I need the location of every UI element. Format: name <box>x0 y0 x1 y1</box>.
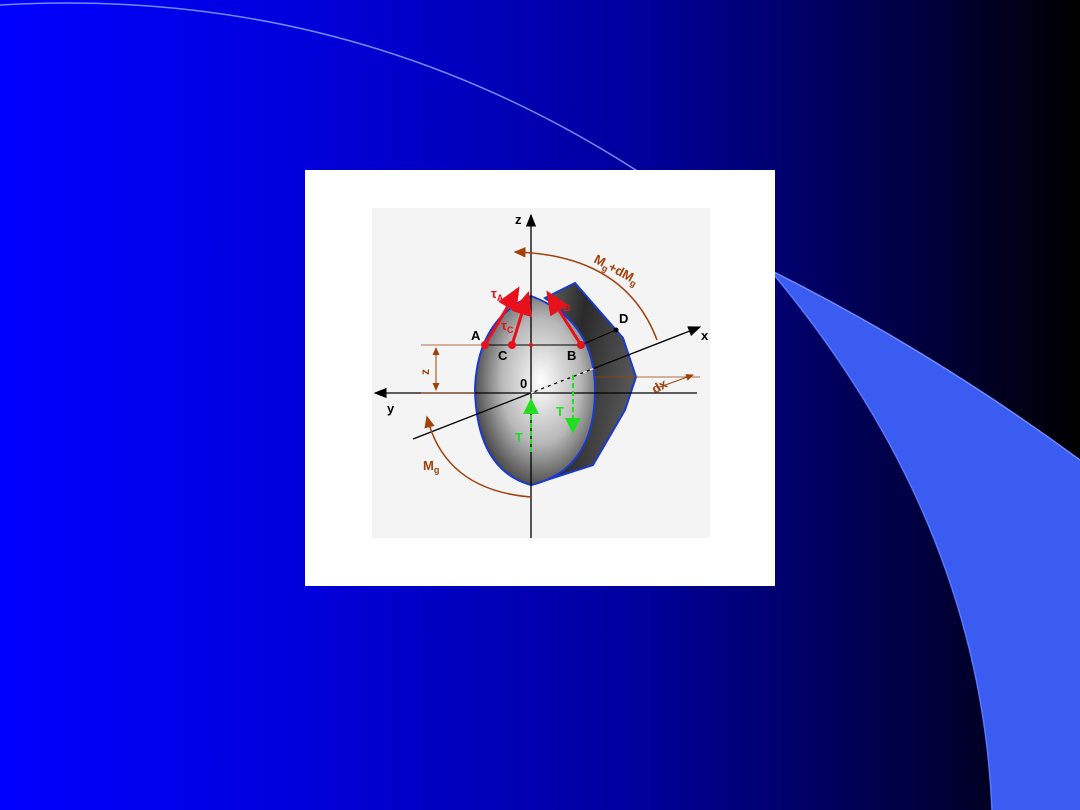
axis-x-label: x <box>701 328 709 343</box>
point-d-dot <box>613 327 619 333</box>
origin-label: 0 <box>520 376 527 391</box>
axis-y-label: y <box>387 401 395 416</box>
height-z-label: z <box>418 369 432 375</box>
point-b-label: B <box>567 348 576 363</box>
point-mid-dot <box>529 343 533 347</box>
axis-z-label: z <box>515 212 522 227</box>
point-a-label: A <box>471 328 481 343</box>
force-t-right-label: T <box>556 404 564 419</box>
point-d-label: D <box>619 311 628 326</box>
torsion-diagram: z x y 0 A C B D τA τB τC Mg+dMg Mg z dx … <box>372 208 710 538</box>
swoosh-shape <box>770 270 1080 810</box>
figure-panel: z x y 0 A C B D τA τB τC Mg+dMg Mg z dx … <box>305 170 775 586</box>
point-c-label: C <box>498 348 508 363</box>
force-t-left-label: T <box>515 430 523 445</box>
point-a-dot <box>481 341 489 349</box>
point-b-dot <box>577 341 585 349</box>
point-c-dot <box>508 341 516 349</box>
